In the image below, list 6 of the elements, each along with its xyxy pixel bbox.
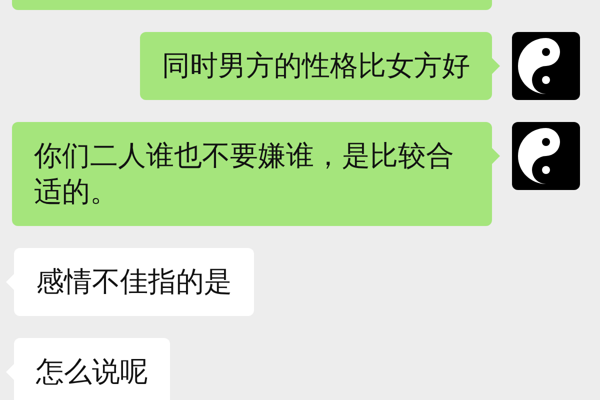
message-bubble: 同时男方的性格比女方好: [140, 32, 492, 100]
bubble-pointer: [492, 148, 500, 164]
bubble-pointer: [492, 58, 500, 74]
message-bubble: 你们二人谁也不要嫌谁，是比较合适的。: [12, 122, 492, 226]
message-bubble: 怎么说呢: [14, 338, 170, 400]
message-bubble: 感情不佳指的是: [14, 248, 254, 316]
